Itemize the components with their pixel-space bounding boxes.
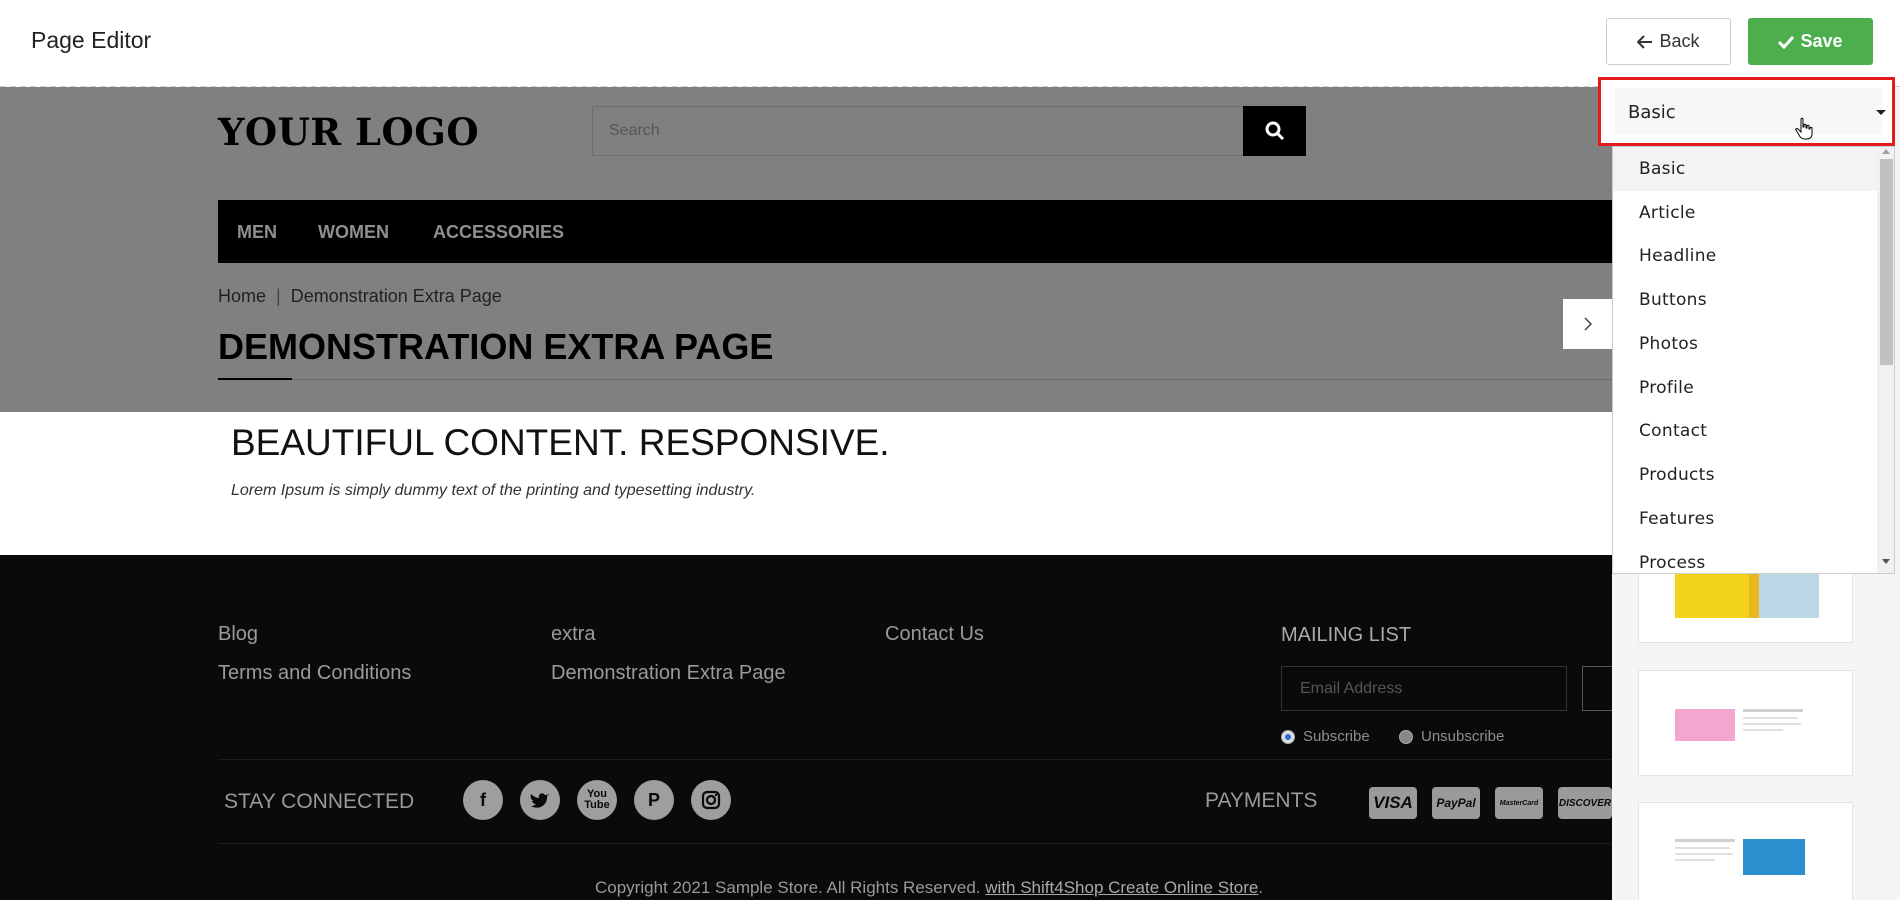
thumbnail-text-line <box>1743 709 1803 712</box>
store-footer <box>0 555 1612 900</box>
copyright-link[interactable]: with Shift4Shop Create Online Store <box>985 878 1258 897</box>
mailing-list-title: MAILING LIST <box>1281 624 1412 646</box>
heading-rule <box>292 379 1612 380</box>
footer-link-contact[interactable]: Contact Us <box>885 623 984 646</box>
search-input[interactable]: Search <box>592 106 1244 156</box>
option-profile[interactable]: Profile <box>1613 366 1877 410</box>
unsubscribe-option[interactable]: Unsubscribe <box>1399 728 1504 745</box>
thumbnail-image <box>1749 568 1759 618</box>
save-label: Save <box>1800 31 1843 51</box>
option-headline[interactable]: Headline <box>1613 234 1877 278</box>
thumbnail-text-line <box>1675 847 1730 849</box>
email-field[interactable]: Email Address <box>1281 666 1567 711</box>
thumbnail-image <box>1743 839 1805 875</box>
thumbnail-text-line <box>1743 717 1798 719</box>
arrow-left-icon <box>1637 34 1653 49</box>
discover-card-icon: DISCOVER <box>1558 787 1612 819</box>
thumbnail-text-line <box>1743 723 1801 725</box>
visa-card-icon: VISA <box>1369 787 1417 819</box>
store-nav: MEN WOMEN ACCESSORIES <box>218 200 1612 263</box>
pinterest-icon[interactable]: P <box>634 780 674 820</box>
nav-item-accessories[interactable]: ACCESSORIES <box>433 222 564 243</box>
block-type-select[interactable]: Basic <box>1598 77 1895 146</box>
scrollbar-thumb[interactable] <box>1880 159 1893 365</box>
stay-connected-label: STAY CONNECTED <box>224 790 415 813</box>
scroll-up-icon[interactable] <box>1882 149 1890 154</box>
subscribe-label: Subscribe <box>1303 728 1370 745</box>
check-icon <box>1778 35 1795 49</box>
option-photos[interactable]: Photos <box>1613 322 1877 366</box>
store-logo: YOUR LOGO <box>218 110 480 154</box>
store-page-heading: DEMONSTRATION EXTRA PAGE <box>218 326 774 367</box>
hand-cursor-icon <box>1795 117 1813 140</box>
subscribe-option[interactable]: Subscribe <box>1281 728 1370 745</box>
editor-toolbar: Page Editor Back Save <box>0 0 1900 86</box>
breadcrumb-current: Demonstration Extra Page <box>290 286 502 306</box>
footer-divider <box>218 843 1612 844</box>
block-type-options: Basic Article Headline Buttons Photos Pr… <box>1612 146 1895 574</box>
mastercard-card-icon: MasterCard <box>1495 787 1543 819</box>
caret-down-icon[interactable] <box>1876 110 1886 115</box>
breadcrumb-home[interactable]: Home <box>218 286 266 307</box>
footer-link-extra[interactable]: extra <box>551 623 595 646</box>
thumbnail-image <box>1675 709 1735 741</box>
expand-panel-button[interactable] <box>1563 299 1613 349</box>
chevron-right-icon <box>1584 317 1593 331</box>
email-submit-button[interactable] <box>1582 666 1612 711</box>
content-text[interactable]: Lorem Ipsum is simply dummy text of the … <box>231 482 755 500</box>
back-button[interactable]: Back <box>1606 18 1731 65</box>
unsubscribe-label: Unsubscribe <box>1421 728 1505 745</box>
thumbnail-image <box>1749 568 1819 618</box>
option-products[interactable]: Products <box>1613 453 1877 497</box>
nav-item-men[interactable]: MEN <box>237 222 277 243</box>
copyright-end: . <box>1258 878 1264 897</box>
footer-divider <box>218 759 1612 760</box>
breadcrumb-separator: | <box>276 286 281 306</box>
search-placeholder: Search <box>609 122 660 139</box>
block-thumbnail[interactable] <box>1638 802 1853 900</box>
footer-link-demo[interactable]: Demonstration Extra Page <box>551 662 786 685</box>
twitter-icon[interactable] <box>520 780 560 820</box>
footer-link-blog[interactable]: Blog <box>218 623 258 646</box>
nav-item-women[interactable]: WOMEN <box>318 222 389 243</box>
copyright-text: Copyright 2021 Sample Store. All Rights … <box>595 878 1263 898</box>
content-title[interactable]: BEAUTIFUL CONTENT. RESPONSIVE. <box>231 422 890 464</box>
scroll-down-icon[interactable] <box>1882 559 1890 564</box>
option-basic[interactable]: Basic <box>1613 147 1877 191</box>
option-buttons[interactable]: Buttons <box>1613 278 1877 322</box>
option-contact[interactable]: Contact <box>1613 409 1877 453</box>
thumbnail-text-line <box>1743 729 1783 731</box>
thumbnail-text-line <box>1675 853 1733 855</box>
payments-label: PAYMENTS <box>1205 789 1318 812</box>
footer-link-terms[interactable]: Terms and Conditions <box>218 662 411 685</box>
thumbnail-text-line <box>1675 859 1715 861</box>
breadcrumb: Home | Demonstration Extra Page <box>218 286 502 307</box>
facebook-icon[interactable]: f <box>463 780 503 820</box>
block-thumbnail[interactable] <box>1638 670 1853 776</box>
option-process[interactable]: Process <box>1613 541 1877 573</box>
back-label: Back <box>1659 31 1700 51</box>
copyright-main: Copyright 2021 Sample Store. All Rights … <box>595 878 981 897</box>
unsubscribe-radio[interactable] <box>1399 729 1413 744</box>
paypal-card-icon: PayPal <box>1432 787 1480 819</box>
thumbnail-text-line <box>1675 839 1735 842</box>
page-title: Page Editor <box>31 27 152 53</box>
search-button[interactable] <box>1243 106 1306 156</box>
subscribe-radio[interactable] <box>1281 729 1295 744</box>
option-features[interactable]: Features <box>1613 497 1877 541</box>
youtube-icon[interactable]: You Tube <box>577 780 617 820</box>
option-article[interactable]: Article <box>1613 191 1877 235</box>
search-icon <box>1265 121 1284 141</box>
options-scrollbar[interactable] <box>1877 147 1894 573</box>
email-placeholder: Email Address <box>1300 680 1403 697</box>
select-value: Basic <box>1628 102 1676 123</box>
save-button[interactable]: Save <box>1748 18 1873 65</box>
heading-underline <box>218 378 292 380</box>
instagram-icon[interactable] <box>691 780 731 820</box>
